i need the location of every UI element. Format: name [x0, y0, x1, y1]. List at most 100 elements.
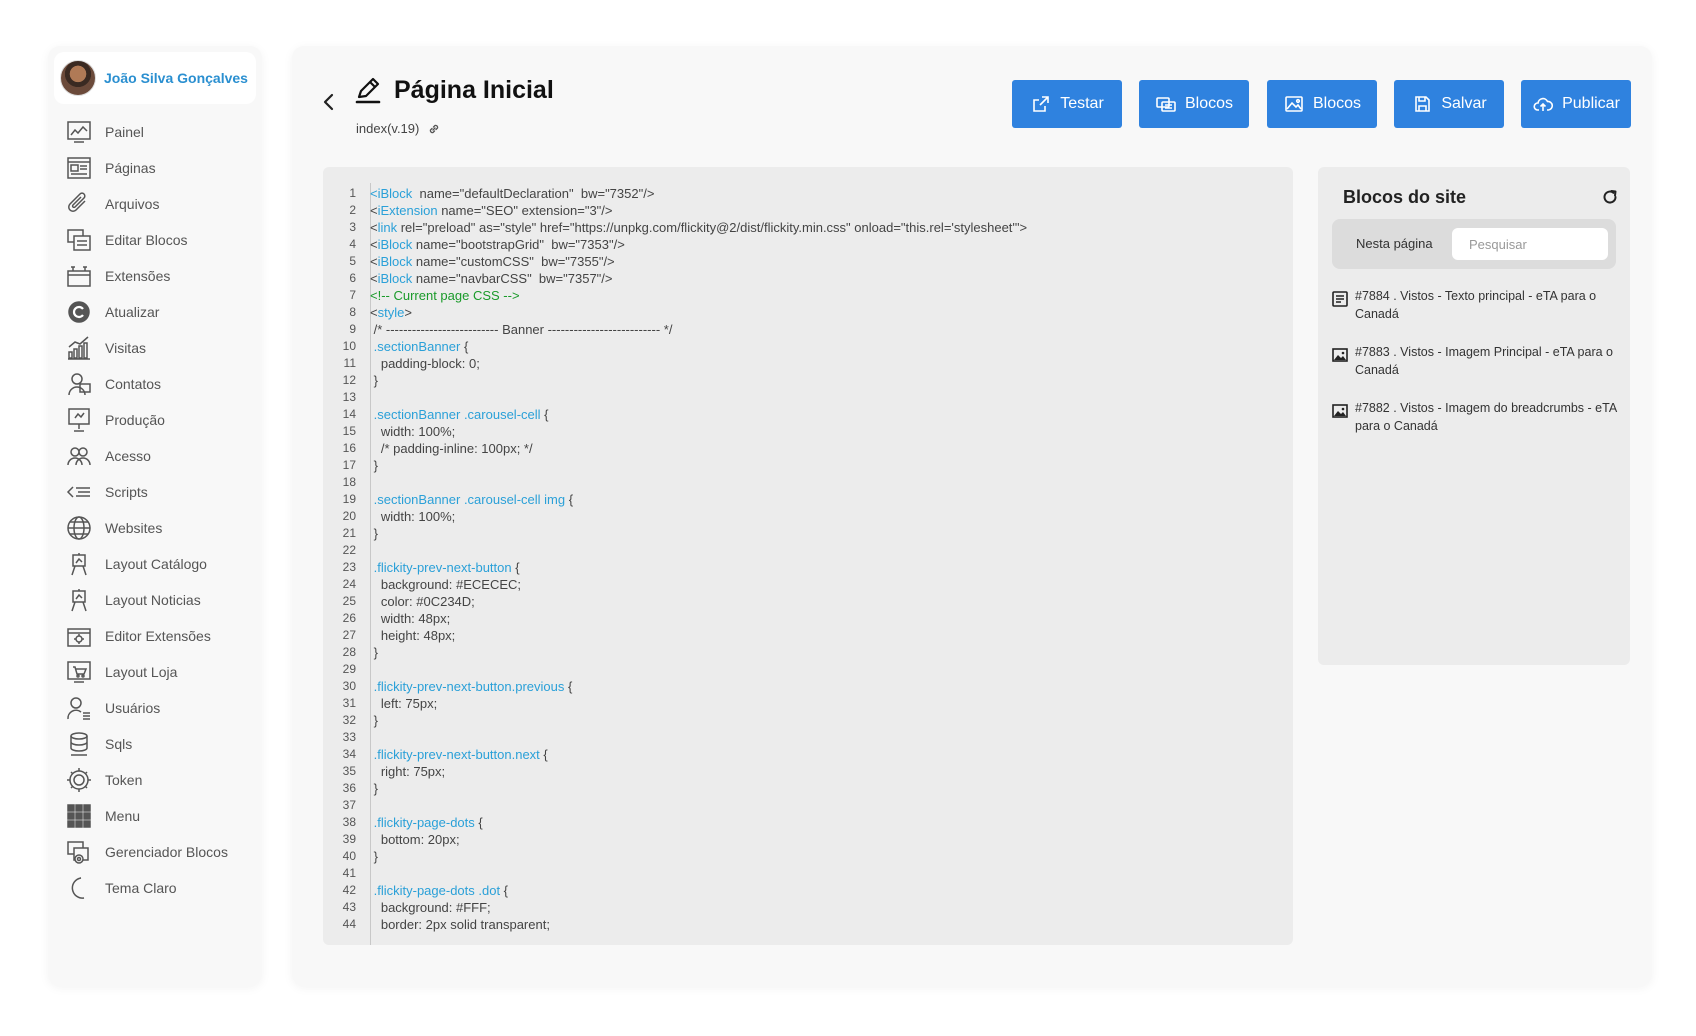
blocks-images-button-label: Blocos	[1312, 95, 1362, 112]
test-button[interactable]: Testar	[1012, 80, 1122, 128]
sidebar-item-label: Sqls	[105, 736, 133, 752]
code-line: 4 <iBlock name="bootstrapGrid" bw="7353"/…	[323, 236, 1293, 253]
code-text: <iBlock name="defaultDeclaration" bw="73…	[370, 185, 654, 202]
sidebar-item-contatos[interactable]: Contatos	[48, 366, 262, 402]
sidebar-item-extensões[interactable]: Extensões	[48, 258, 262, 294]
link-icon[interactable]	[427, 122, 441, 136]
block-list-item[interactable]: #7882 . Vistos - Imagem do breadcrumbs -…	[1331, 399, 1621, 455]
image-blocks-icon	[1285, 96, 1303, 112]
sidebar-item-gerenciador-blocos[interactable]: Gerenciador Blocos	[48, 834, 262, 870]
sidebar-item-usuários[interactable]: Usuários	[48, 690, 262, 726]
sidebar-item-editor-extensões[interactable]: Editor Extensões	[48, 618, 262, 654]
code-line: 38 .flickity-page-dots {	[323, 814, 1293, 831]
line-number: 42	[342, 883, 356, 897]
code-line: 10 .sectionBanner {	[323, 338, 1293, 355]
code-token: .flickity-prev-next-button.next	[370, 747, 540, 762]
sidebar-item-painel[interactable]: Painel	[48, 114, 262, 150]
line-number: 4	[349, 237, 356, 251]
sidebar-item-tema-claro[interactable]: Tema Claro	[48, 870, 262, 906]
code-text: <iBlock name="navbarCSS" bw="7357"/>	[370, 270, 613, 287]
extension-editor-icon	[66, 623, 92, 649]
contacts-icon	[66, 371, 92, 397]
avatar[interactable]	[60, 60, 96, 96]
line-number: 11	[343, 356, 356, 370]
save-button[interactable]: Salvar	[1394, 80, 1504, 128]
refresh-icon[interactable]	[1600, 187, 1620, 207]
code-text: .sectionBanner .carousel-cell img {	[370, 491, 573, 508]
sidebar-item-label: Extensões	[105, 268, 171, 284]
user-name[interactable]: João Silva Gonçalves	[104, 70, 248, 86]
block-list-item[interactable]: #7883 . Vistos - Imagem Principal - eTA …	[1331, 343, 1621, 399]
blocks-search-input[interactable]	[1452, 228, 1608, 260]
page-version: index(v.19)	[356, 121, 420, 136]
image-icon	[1331, 402, 1349, 420]
sidebar-item-layout-loja[interactable]: Layout Loja	[48, 654, 262, 690]
sidebar-item-produção[interactable]: Produção	[48, 402, 262, 438]
publish-button[interactable]: Publicar	[1521, 80, 1631, 128]
code-icon	[66, 479, 92, 505]
code-text: .flickity-prev-next-button.next {	[370, 746, 548, 763]
code-line: 42 .flickity-page-dots .dot {	[323, 882, 1293, 899]
code-token: }	[370, 526, 378, 541]
blocks-button[interactable]: Blocos	[1139, 80, 1249, 128]
sidebar-item-websites[interactable]: Websites	[48, 510, 262, 546]
pencil-icon	[355, 77, 381, 104]
code-token: {	[460, 339, 469, 354]
line-number: 29	[342, 662, 356, 676]
code-text: /* -------------------------- Banner ---…	[370, 321, 673, 338]
code-token: <!-- Current page CSS -->	[370, 288, 520, 303]
line-number: 7	[349, 288, 356, 302]
code-text: background: #ECECEC;	[370, 576, 521, 593]
code-text: background: #FFF;	[370, 899, 491, 916]
back-button[interactable]	[318, 90, 340, 114]
sidebar-item-acesso[interactable]: Acesso	[48, 438, 262, 474]
sidebar-item-layout-noticias[interactable]: Layout Noticias	[48, 582, 262, 618]
line-number: 23	[342, 560, 356, 574]
sidebar-item-label: Tema Claro	[105, 880, 177, 896]
sidebar: João Silva Gonçalves Painel Páginas Arquiv…	[48, 46, 262, 986]
sidebar-item-label: Arquivos	[105, 196, 160, 212]
sidebar-item-atualizar[interactable]: Atualizar	[48, 294, 262, 330]
easel-icon	[66, 587, 92, 613]
code-line: 41	[323, 865, 1293, 882]
grid-icon	[66, 803, 92, 829]
blocks-icon	[1156, 97, 1176, 112]
line-number: 25	[342, 594, 356, 608]
tab-this-page[interactable]: Nesta página	[1342, 229, 1447, 259]
code-line: 37	[323, 797, 1293, 814]
block-list-item-label: #7884 . Vistos - Texto principal - eTA p…	[1355, 289, 1597, 321]
sidebar-item-scripts[interactable]: Scripts	[48, 474, 262, 510]
block-list-item[interactable]: #7884 . Vistos - Texto principal - eTA p…	[1331, 287, 1621, 343]
line-number: 36	[342, 781, 356, 795]
line-number: 5	[349, 254, 356, 268]
code-token: {	[564, 679, 573, 694]
code-editor[interactable]: 1 <iBlock name="defaultDeclaration" bw="7…	[323, 167, 1293, 945]
code-text: width: 100%;	[370, 508, 455, 525]
code-token: {	[540, 407, 549, 422]
sidebar-item-menu[interactable]: Menu	[48, 798, 262, 834]
sidebar-item-sqls[interactable]: Sqls	[48, 726, 262, 762]
image-icon	[1331, 346, 1349, 364]
code-line: 13	[323, 389, 1293, 406]
page-title: Página Inicial	[394, 76, 554, 104]
code-token: style	[377, 305, 405, 320]
user-list-icon	[66, 695, 92, 721]
code-token: name="defaultDeclaration" bw="7352"/>	[412, 186, 655, 201]
sidebar-item-label: Contatos	[105, 376, 162, 392]
code-text: }	[370, 457, 378, 474]
line-number: 20	[342, 509, 356, 523]
code-token: link	[377, 220, 398, 235]
sidebar-item-visitas[interactable]: Visitas	[48, 330, 262, 366]
user-card[interactable]: João Silva Gonçalves	[54, 52, 256, 104]
code-line: 40 }	[323, 848, 1293, 865]
sidebar-item-páginas[interactable]: Páginas	[48, 150, 262, 186]
sidebar-item-arquivos[interactable]: Arquivos	[48, 186, 262, 222]
code-token: .sectionBanner .carousel-cell img	[370, 492, 566, 507]
sidebar-item-layout-catálogo[interactable]: Layout Catálogo	[48, 546, 262, 582]
sidebar-item-editar-blocos[interactable]: Editar Blocos	[48, 222, 262, 258]
sidebar-item-label: Gerenciador Blocos	[105, 844, 228, 860]
moon-icon	[66, 875, 92, 901]
sidebar-item-token[interactable]: Token	[48, 762, 262, 798]
blocks-images-button[interactable]: Blocos	[1267, 80, 1377, 128]
line-number: 27	[342, 628, 356, 642]
